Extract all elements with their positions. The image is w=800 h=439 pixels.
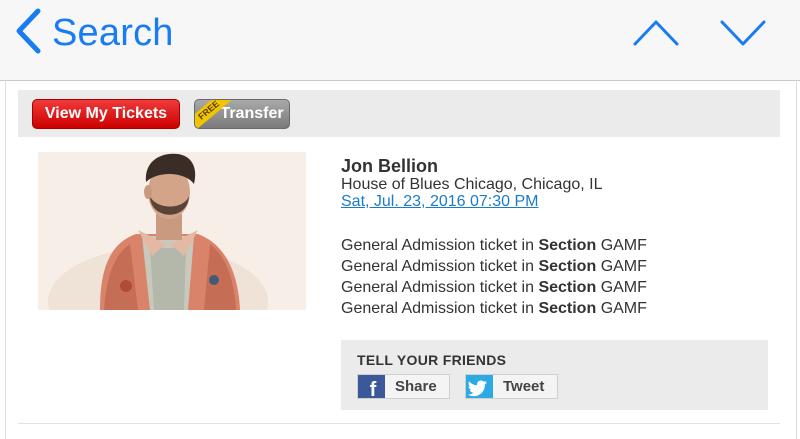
chevron-down-icon[interactable] — [719, 16, 767, 55]
ticket-line: General Admission ticket in Section GAMF — [341, 300, 647, 317]
tell-your-friends-title: TELL YOUR FRIENDS — [357, 352, 507, 368]
event-date-link[interactable]: Sat, Jul. 23, 2016 07:30 PM — [341, 193, 781, 211]
twitter-tweet-label: Tweet — [503, 378, 545, 395]
venue-location: House of Blues Chicago, Chicago, IL — [341, 176, 603, 193]
ticket-line: General Admission ticket in Section GAMF — [341, 237, 647, 254]
facebook-share-label: Share — [395, 378, 437, 395]
facebook-share-button[interactable]: f Share — [357, 374, 450, 399]
divider — [18, 423, 780, 424]
ticket-line: General Admission ticket in Section GAMF — [341, 258, 647, 275]
card-border-left — [5, 80, 6, 439]
twitter-icon — [466, 375, 493, 398]
ticket-list: General Admission ticket in Section GAMF… — [341, 235, 781, 319]
ticket-action-bar: View My Tickets FREE Transfer — [18, 90, 780, 137]
transfer-button[interactable]: FREE Transfer — [194, 99, 290, 129]
card-border-right — [796, 80, 797, 439]
back-label: Search — [52, 11, 174, 54]
facebook-icon: f — [358, 375, 385, 398]
svg-text:f: f — [370, 379, 377, 398]
artist-photo — [38, 152, 306, 310]
transfer-label: Transfer — [220, 105, 284, 122]
back-button[interactable]: Search — [14, 8, 174, 58]
twitter-tweet-button[interactable]: Tweet — [465, 374, 558, 399]
ticket-line: General Admission ticket in Section GAMF — [341, 279, 647, 296]
tell-your-friends-panel: TELL YOUR FRIENDS f Share Tweet — [341, 340, 768, 410]
chevron-up-icon[interactable] — [632, 16, 680, 55]
navigation-bar: Search — [0, 0, 800, 81]
chevron-left-icon — [14, 8, 42, 59]
artist-name: Jon Bellion — [341, 156, 439, 176]
event-info: Jon Bellion House of Blues Chicago, Chic… — [341, 157, 781, 319]
view-my-tickets-button[interactable]: View My Tickets — [32, 99, 180, 129]
